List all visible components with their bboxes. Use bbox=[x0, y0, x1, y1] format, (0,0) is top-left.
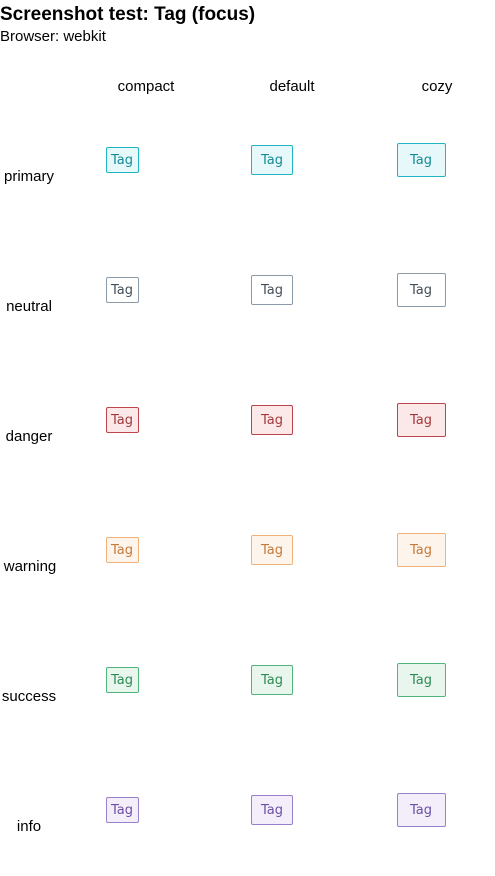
tag-success-cozy[interactable]: Tag bbox=[396, 663, 446, 697]
tag-warning-default[interactable]: Tag bbox=[251, 535, 293, 565]
row-label-neutral: neutral bbox=[6, 298, 52, 315]
page-title: Screenshot test: Tag (focus) bbox=[0, 4, 256, 25]
tag-warning-cozy[interactable]: Tag bbox=[396, 533, 446, 567]
column-header-cozy: cozy bbox=[421, 78, 453, 95]
tag-info-default[interactable]: Tag bbox=[251, 795, 293, 825]
column-header-default: default bbox=[269, 78, 315, 95]
tag-success-compact[interactable]: Tag bbox=[105, 667, 139, 693]
row-label-primary: primary bbox=[3, 168, 55, 185]
tag-danger-default[interactable]: Tag bbox=[251, 405, 293, 435]
row-label-warning: warning bbox=[3, 558, 57, 575]
tag-neutral-cozy[interactable]: Tag bbox=[396, 273, 446, 307]
browser-label: Browser: webkit bbox=[0, 28, 106, 45]
row-label-success: success bbox=[1, 688, 57, 705]
row-label-info: info bbox=[16, 818, 42, 835]
tag-warning-compact[interactable]: Tag bbox=[105, 537, 139, 563]
tag-success-default[interactable]: Tag bbox=[251, 665, 293, 695]
row-label-danger: danger bbox=[5, 428, 53, 445]
tag-danger-cozy[interactable]: Tag bbox=[396, 403, 446, 437]
column-header-compact: compact bbox=[117, 78, 175, 95]
tag-primary-default[interactable]: Tag bbox=[251, 145, 293, 175]
tag-danger-compact[interactable]: Tag bbox=[105, 407, 139, 433]
tag-primary-cozy[interactable]: Tag bbox=[396, 143, 446, 177]
tag-info-cozy[interactable]: Tag bbox=[396, 793, 446, 827]
tag-neutral-default[interactable]: Tag bbox=[251, 275, 293, 305]
tag-info-compact[interactable]: Tag bbox=[105, 797, 139, 823]
tag-primary-compact[interactable]: Tag bbox=[105, 147, 139, 173]
tag-neutral-compact[interactable]: Tag bbox=[105, 277, 139, 303]
